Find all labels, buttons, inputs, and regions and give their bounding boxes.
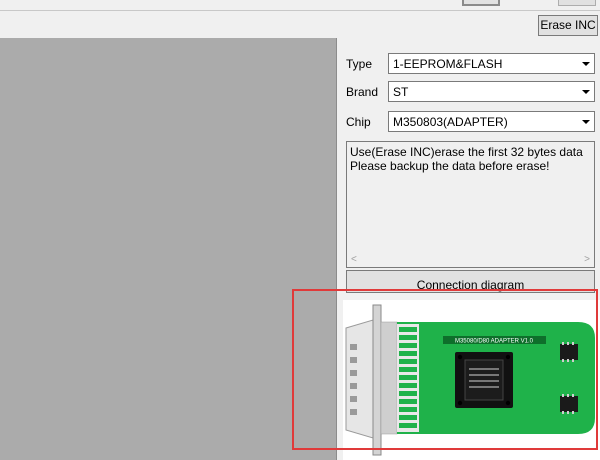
scroll-right-icon[interactable]: > xyxy=(584,254,590,265)
edge-pads xyxy=(397,324,419,432)
type-label: Type xyxy=(346,57,373,71)
erase-inc-button[interactable]: Erase INC xyxy=(538,15,598,36)
top-toolbar-strip: Erase INC xyxy=(0,0,600,37)
adapter-diagram: M35080/D80 ADAPTER V1.0 xyxy=(343,300,600,460)
type-select[interactable]: 1-EEPROM&FLASH xyxy=(388,53,595,74)
mounting-plate xyxy=(372,304,382,456)
smd-chip-lower xyxy=(560,394,578,414)
data-view-pane xyxy=(0,38,336,460)
dropdown-arrow-icon[interactable] xyxy=(578,83,593,100)
chip-select[interactable]: M350803(ADAPTER) xyxy=(388,111,595,132)
info-textbox[interactable]: Use(Erase INC)erase the first 32 bytes d… xyxy=(346,141,595,268)
db-connector-shell xyxy=(345,319,374,439)
chip-select-value: M350803(ADAPTER) xyxy=(393,115,508,129)
pane-splitter[interactable] xyxy=(336,38,337,460)
dropdown-arrow-icon[interactable] xyxy=(578,113,593,130)
brand-label: Brand xyxy=(346,85,379,99)
toolbar-button-partial[interactable] xyxy=(558,0,596,6)
horizontal-scrollbar[interactable]: < > xyxy=(347,253,594,267)
toolbar-button-partial[interactable] xyxy=(462,0,500,6)
brand-select[interactable]: ST xyxy=(388,81,595,102)
adapter-label: M35080/D80 ADAPTER V1.0 xyxy=(455,339,534,345)
dropdown-arrow-icon[interactable] xyxy=(578,55,593,72)
toolbar-divider xyxy=(0,10,600,11)
info-line-2: Please backup the data before erase! xyxy=(350,159,550,173)
scroll-left-icon[interactable]: < xyxy=(351,254,357,265)
smd-chip-upper xyxy=(560,342,578,362)
connection-diagram-button[interactable]: Connection diagram xyxy=(346,270,595,293)
chip-label: Chip xyxy=(346,115,371,129)
info-line-1: Use(Erase INC)erase the first 32 bytes d… xyxy=(350,145,583,159)
brand-select-value: ST xyxy=(393,85,409,99)
type-select-value: 1-EEPROM&FLASH xyxy=(393,57,503,71)
